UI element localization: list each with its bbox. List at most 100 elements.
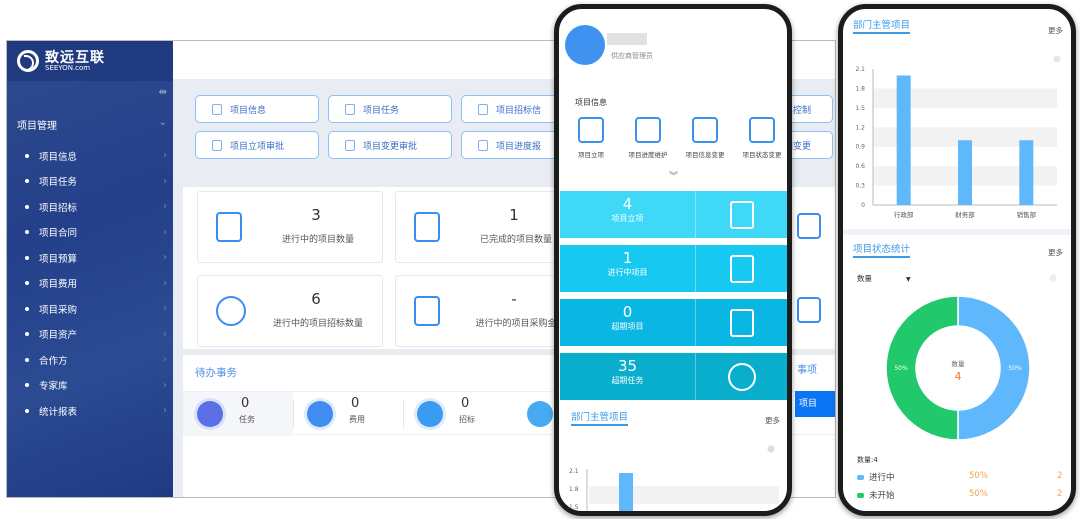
legend-count: 2 — [1057, 471, 1063, 481]
y-tick-label: 0.3 — [855, 183, 865, 190]
summary-tile[interactable]: 1 进行中项目 — [560, 245, 787, 292]
legend-count: 2 — [1057, 489, 1063, 499]
expand-more-icon[interactable]: ︾ — [669, 169, 678, 182]
bar — [619, 473, 633, 511]
todo-item[interactable]: 0 费用 — [293, 392, 403, 436]
help-icon[interactable] — [1049, 274, 1057, 282]
doc-check-icon — [414, 212, 440, 242]
y-tick-label: 1.5 — [855, 105, 865, 112]
quick-button[interactable]: 项目变更审批 — [328, 131, 452, 159]
y-tick-label: 1.2 — [855, 124, 865, 131]
quick-item[interactable]: 项目状态变更 — [734, 117, 787, 159]
stat-value: 3 — [311, 206, 321, 224]
stat-card[interactable]: 6 进行中的项目招标数量 — [197, 275, 383, 347]
total-label: 数量:4 — [857, 456, 878, 464]
divider — [843, 229, 1071, 235]
project-button[interactable]: 项目 — [795, 391, 835, 417]
sidebar-item[interactable]: 项目费用 › — [25, 271, 167, 297]
doc-refresh-icon — [216, 212, 242, 242]
quick-button[interactable]: 项目任务 — [328, 95, 452, 123]
donut-center-label: 数量 — [952, 359, 966, 368]
chevron-right-icon: › — [163, 405, 167, 417]
avatar[interactable] — [565, 25, 605, 65]
more-link[interactable]: 更多 — [765, 415, 780, 426]
bar[interactable] — [896, 75, 911, 205]
summary-tile[interactable]: 4 项目立项 — [560, 191, 787, 238]
quick-item[interactable]: 项目信息变更 — [677, 117, 733, 159]
section-title: 项目信息 — [575, 98, 607, 107]
sidebar-item[interactable]: 统计报表 › — [25, 398, 167, 424]
quick-item-label: 项目状态变更 — [742, 151, 782, 159]
bullet-icon — [25, 306, 29, 311]
tile-label: 项目立项 — [611, 214, 644, 223]
dropdown-value: 数量 — [857, 274, 872, 283]
slice-label: 50% — [1008, 365, 1022, 372]
sidebar-item[interactable]: 项目招标 › — [25, 194, 167, 220]
sidebar-item[interactable]: 项目任务 › — [25, 169, 167, 195]
sidebar-item[interactable]: 项目资产 › — [25, 322, 167, 348]
todo-icon — [307, 401, 333, 427]
quick-button-label: 项目立项审批 — [230, 141, 285, 152]
chevron-right-icon: › — [163, 303, 167, 315]
help-icon[interactable] — [767, 445, 775, 453]
clock-warning-icon — [728, 362, 756, 391]
sidebar-item-label: 项目信息 — [39, 151, 78, 163]
tick-label: 2.1 — [569, 468, 579, 475]
sidebar-item[interactable]: 项目合同 › — [25, 220, 167, 246]
bar[interactable] — [1019, 140, 1034, 205]
summary-tile[interactable]: 0 超期项目 — [560, 299, 787, 346]
quick-item-label: 项目进度维护 — [628, 151, 668, 159]
stat-value: - — [511, 290, 517, 308]
sidebar-item[interactable]: 专家库 › — [25, 373, 167, 399]
sidebar-item-label: 项目采购 — [39, 304, 78, 316]
bar[interactable] — [958, 140, 972, 205]
sidebar-item[interactable]: 合作方 › — [25, 347, 167, 373]
bullet-icon — [25, 357, 29, 362]
more-link[interactable]: 更多 — [1048, 247, 1063, 258]
tick-label: 1.8 — [569, 486, 579, 493]
chevron-right-icon: › — [163, 175, 167, 187]
sidebar-group-project[interactable]: 项目管理 ⌄ — [17, 117, 167, 132]
quick-button[interactable]: 项目立项审批 — [195, 131, 319, 159]
bullet-icon — [25, 153, 29, 158]
todo-count: 0 — [241, 396, 250, 411]
more-link[interactable]: 更多 — [1048, 25, 1063, 36]
stat-card[interactable]: 3 进行中的项目数量 — [197, 191, 383, 263]
legend-pct: 50% — [969, 489, 988, 499]
sidebar-item-label: 合作方 — [39, 355, 68, 367]
sidebar-item[interactable]: 项目信息 › — [25, 143, 167, 169]
tile-label: 超期项目 — [611, 322, 644, 331]
todo-icon — [527, 401, 553, 427]
todo-count: 0 — [461, 396, 470, 411]
seeyon-logo-icon — [17, 50, 39, 72]
chevron-right-icon: › — [163, 379, 167, 391]
slice-label: 50% — [894, 365, 908, 372]
donut-chart: 50% 50% 数量 4 — [885, 295, 1031, 441]
sidebar-item-label: 项目招标 — [39, 202, 78, 214]
todo-item[interactable]: 0 招标 — [403, 392, 513, 436]
legend-name: 未开始 — [869, 491, 895, 501]
todo-item[interactable]: 0 任务 — [183, 392, 293, 436]
tile-value: 1 — [622, 249, 633, 267]
chevron-right-icon: › — [163, 354, 167, 366]
todo-label: 任务 — [239, 415, 255, 424]
collapse-sidebar-icon[interactable]: ⇹ — [159, 87, 167, 98]
logo-name: 致远互联 — [45, 49, 105, 66]
refresh-calendar-icon — [730, 254, 754, 283]
metric-dropdown[interactable]: 数量 ▼ — [857, 273, 911, 284]
quick-button-label: 项目招标信 — [496, 105, 542, 116]
sidebar-item-label: 统计报表 — [39, 406, 78, 418]
quick-item[interactable]: 项目进度维护 — [620, 117, 676, 159]
grid-band — [589, 486, 779, 504]
quick-button[interactable]: 项目信息 — [195, 95, 319, 123]
sidebar-item[interactable]: 项目预算 › — [25, 245, 167, 271]
quick-item[interactable]: 项目立项 — [563, 117, 619, 159]
sidebar-item[interactable]: 项目采购 › — [25, 296, 167, 322]
donut-center-value: 4 — [955, 370, 962, 383]
summary-tile[interactable]: 35 超期任务 — [560, 353, 787, 400]
stat-label: 进行中的项目招标数量 — [272, 319, 363, 329]
help-icon[interactable] — [1053, 55, 1061, 63]
sidebar-item-label: 项目费用 — [39, 279, 78, 291]
dept-projects-title: 部门主管项目 — [853, 17, 911, 34]
tile-label: 进行中项目 — [607, 268, 648, 277]
